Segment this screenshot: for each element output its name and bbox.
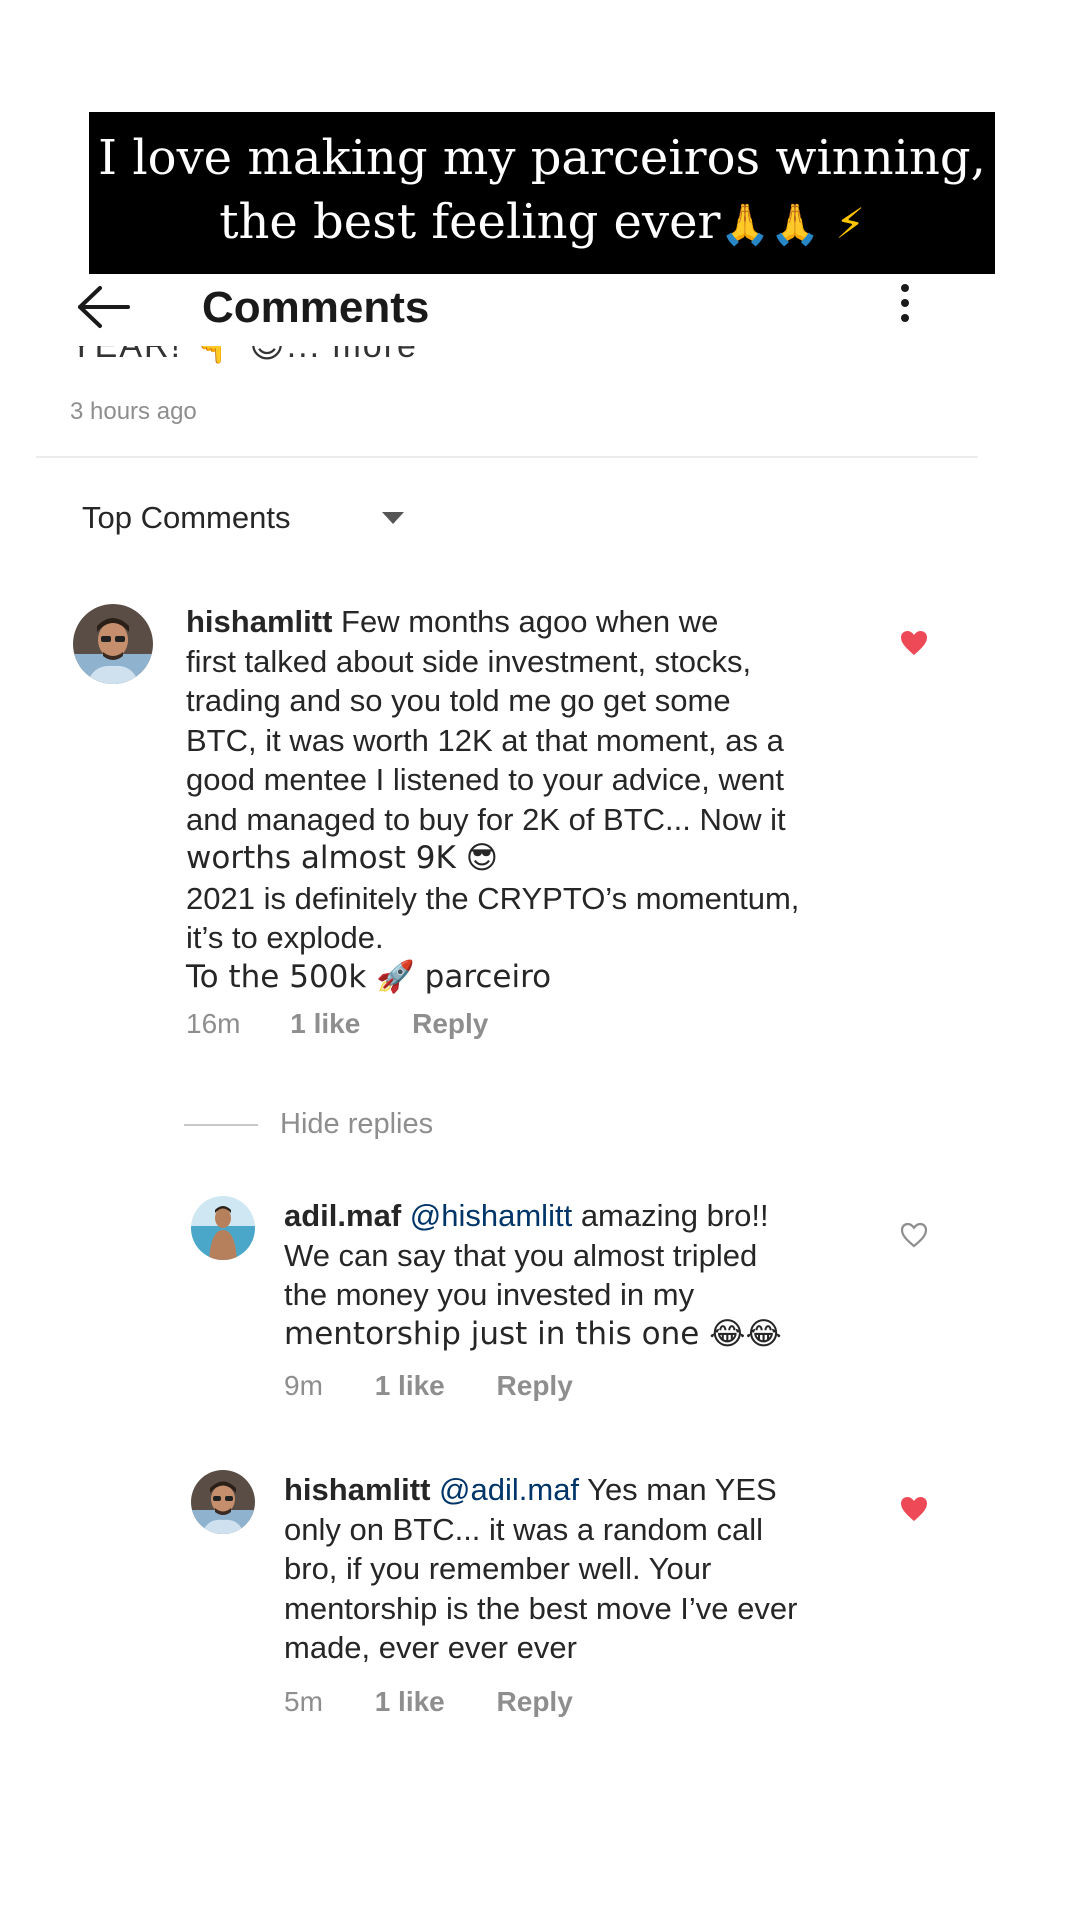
sort-label: Top Comments [82,500,291,535]
reply-button[interactable]: Reply [497,1686,573,1718]
comment-line: Few months agoo when we [341,604,719,639]
reply-line: made, ever ever ever [284,1630,577,1665]
comment-text: hishamlitt Few months agoo when we first… [186,602,886,997]
reply-text: adil.maf @hishamlitt amazing bro!! We ca… [284,1196,884,1354]
comment-line: it’s to explode. [186,920,384,955]
comment-line: 2021 is definitely the CRYPTO’s momentum… [186,880,800,916]
heart-icon[interactable] [900,630,928,656]
reply-line: only on BTC... it was a random call [284,1511,763,1547]
sort-dropdown[interactable]: Top Comments [82,498,404,538]
reply-username[interactable]: adil.maf [284,1198,401,1233]
reply-line: amazing bro!! [580,1198,769,1233]
avatar[interactable] [191,1470,255,1534]
caret-down-icon [382,512,404,524]
comment-line: trading and so you told me go get some [186,683,731,718]
comment-line: first talked about side investment, stoc… [186,643,752,679]
avatar[interactable] [191,1196,255,1260]
story-caption-line-1: I love making my parceiros winning, [98,130,986,186]
page-title: Comments [202,283,430,332]
lightning-emoji: ⚡ [835,199,865,248]
mention-link[interactable]: @adil.maf [439,1472,579,1507]
reply-line: bro, if you remember well. Your [284,1551,712,1586]
likes-count[interactable]: 1 like [290,1008,360,1040]
post-caption-fragment: YEAR! 👇 😉... more [70,346,670,372]
post-timestamp: 3 hours ago [70,398,197,425]
comment-line: BTC, it was worth 12K at that moment, as… [186,722,784,758]
story-caption: I love making my parceiros winning, the … [89,112,995,274]
reply-line: mentorship just in this one 😂😂 [284,1315,782,1352]
reply-button[interactable]: Reply [412,1008,488,1040]
heart-icon[interactable] [900,1222,928,1248]
likes-count[interactable]: 1 like [375,1686,445,1718]
comment-line: To the 500k 🚀 parceiro [186,958,552,995]
likes-count[interactable]: 1 like [375,1370,445,1402]
comment-line: worths almost 9K 😎 [186,840,499,876]
post-caption-text: YEAR! 👇 😉... more [70,346,418,365]
avatar[interactable] [73,604,153,684]
hide-replies-label: Hide replies [280,1108,434,1140]
reply-line: Yes man YES [587,1472,777,1507]
comment-line: good mentee I listened to your advice, w… [186,762,784,797]
reply-line: mentorship is the best move I’ve ever [284,1590,798,1626]
reply-text: hishamlitt @adil.maf Yes man YES only on… [284,1470,884,1668]
comment-meta: 16m 1 like Reply [186,1008,488,1040]
mention-link[interactable]: @hishamlitt [410,1198,572,1233]
story-caption-line-2-text: the best feeling ever [219,194,721,250]
heart-icon[interactable] [900,1496,928,1522]
reply-button[interactable]: Reply [497,1370,573,1402]
reply-username[interactable]: hishamlitt [284,1472,430,1507]
reply-meta: 5m 1 like Reply [284,1686,573,1718]
divider [184,1124,258,1126]
arrow-left-icon[interactable] [74,282,134,332]
pray-emoji-1: 🙏 [720,202,771,248]
comments-header: Comments [0,274,980,344]
story-caption-line-2: the best feeling ever🙏🙏 ⚡ [89,190,995,257]
comment-username[interactable]: hishamlitt [186,604,332,639]
divider [36,456,978,458]
reply-time: 5m [284,1686,323,1717]
reply-line: We can say that you almost tripled [284,1237,758,1273]
comment-time: 16m [186,1008,241,1039]
pray-emoji-2: 🙏 [770,202,821,248]
reply-line: the money you invested in my [284,1277,695,1312]
reply-meta: 9m 1 like Reply [284,1370,573,1402]
more-vertical-icon[interactable] [890,284,920,332]
comment-line: and managed to buy for 2K of BTC... Now … [186,801,786,837]
reply-time: 9m [284,1370,323,1401]
